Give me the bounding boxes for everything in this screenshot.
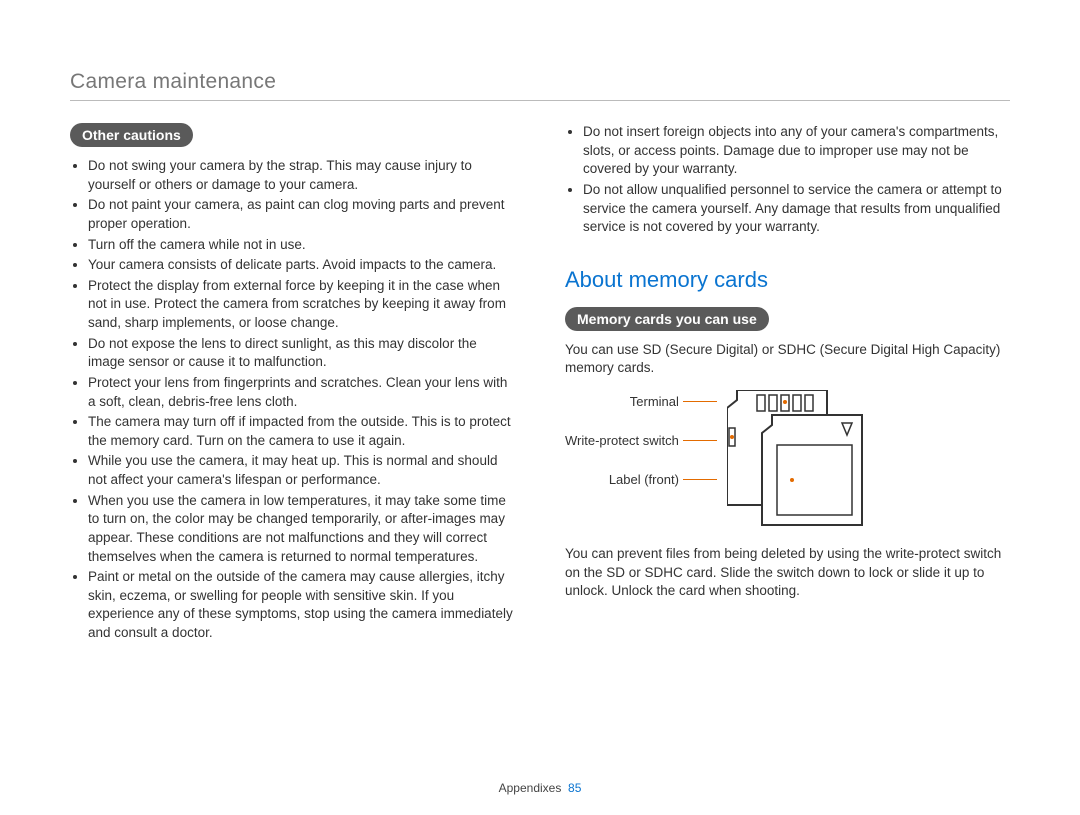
list-item: Turn off the camera while not in use. (88, 236, 515, 255)
page-title: Camera maintenance (70, 70, 1010, 101)
leader-line (683, 479, 717, 480)
list-item: Do not paint your camera, as paint can c… (88, 196, 515, 233)
list-item: Do not swing your camera by the strap. T… (88, 157, 515, 194)
label-front-label: Label (front) (565, 472, 717, 487)
other-cautions-heading: Other cautions (70, 123, 193, 147)
write-protect-label: Write-protect switch (565, 433, 717, 448)
memory-outro-text: You can prevent files from being deleted… (565, 545, 1010, 601)
memory-intro-text: You can use SD (Secure Digital) or SDHC … (565, 341, 1010, 378)
label-text: Label (front) (609, 472, 679, 487)
leader-line (683, 440, 717, 441)
list-item: While you use the camera, it may heat up… (88, 452, 515, 489)
page-footer: Appendixes 85 (0, 781, 1080, 795)
about-memory-cards-heading: About memory cards (565, 267, 1010, 293)
list-item: Do not allow unqualified personnel to se… (583, 181, 1010, 237)
label-text: Write-protect switch (565, 433, 679, 448)
list-item: When you use the camera in low temperatu… (88, 492, 515, 567)
terminal-label: Terminal (565, 394, 717, 409)
list-item: Paint or metal on the outside of the cam… (88, 568, 515, 643)
right-top-list: Do not insert foreign objects into any o… (565, 123, 1010, 237)
label-text: Terminal (630, 394, 679, 409)
footer-page-number: 85 (568, 781, 581, 795)
diagram-labels: Terminal Write-protect switch Label (fro… (565, 390, 717, 487)
page-body: Camera maintenance Other cautions Do not… (0, 0, 1080, 685)
left-column: Other cautions Do not swing your camera … (70, 123, 515, 645)
memory-cards-you-can-use-heading: Memory cards you can use (565, 307, 769, 331)
sd-card-diagram: Terminal Write-protect switch Label (fro… (565, 390, 1010, 530)
leader-line (683, 401, 717, 402)
footer-section-label: Appendixes (499, 781, 562, 795)
list-item: Protect your lens from fingerprints and … (88, 374, 515, 411)
list-item: Protect the display from external force … (88, 277, 515, 333)
other-cautions-list: Do not swing your camera by the strap. T… (70, 157, 515, 643)
list-item: Your camera consists of delicate parts. … (88, 256, 515, 275)
right-column: Do not insert foreign objects into any o… (565, 123, 1010, 645)
list-item: Do not expose the lens to direct sunligh… (88, 335, 515, 372)
sd-card-icon (727, 390, 877, 530)
list-item: Do not insert foreign objects into any o… (583, 123, 1010, 179)
list-item: The camera may turn off if impacted from… (88, 413, 515, 450)
two-column-layout: Other cautions Do not swing your camera … (70, 123, 1010, 645)
